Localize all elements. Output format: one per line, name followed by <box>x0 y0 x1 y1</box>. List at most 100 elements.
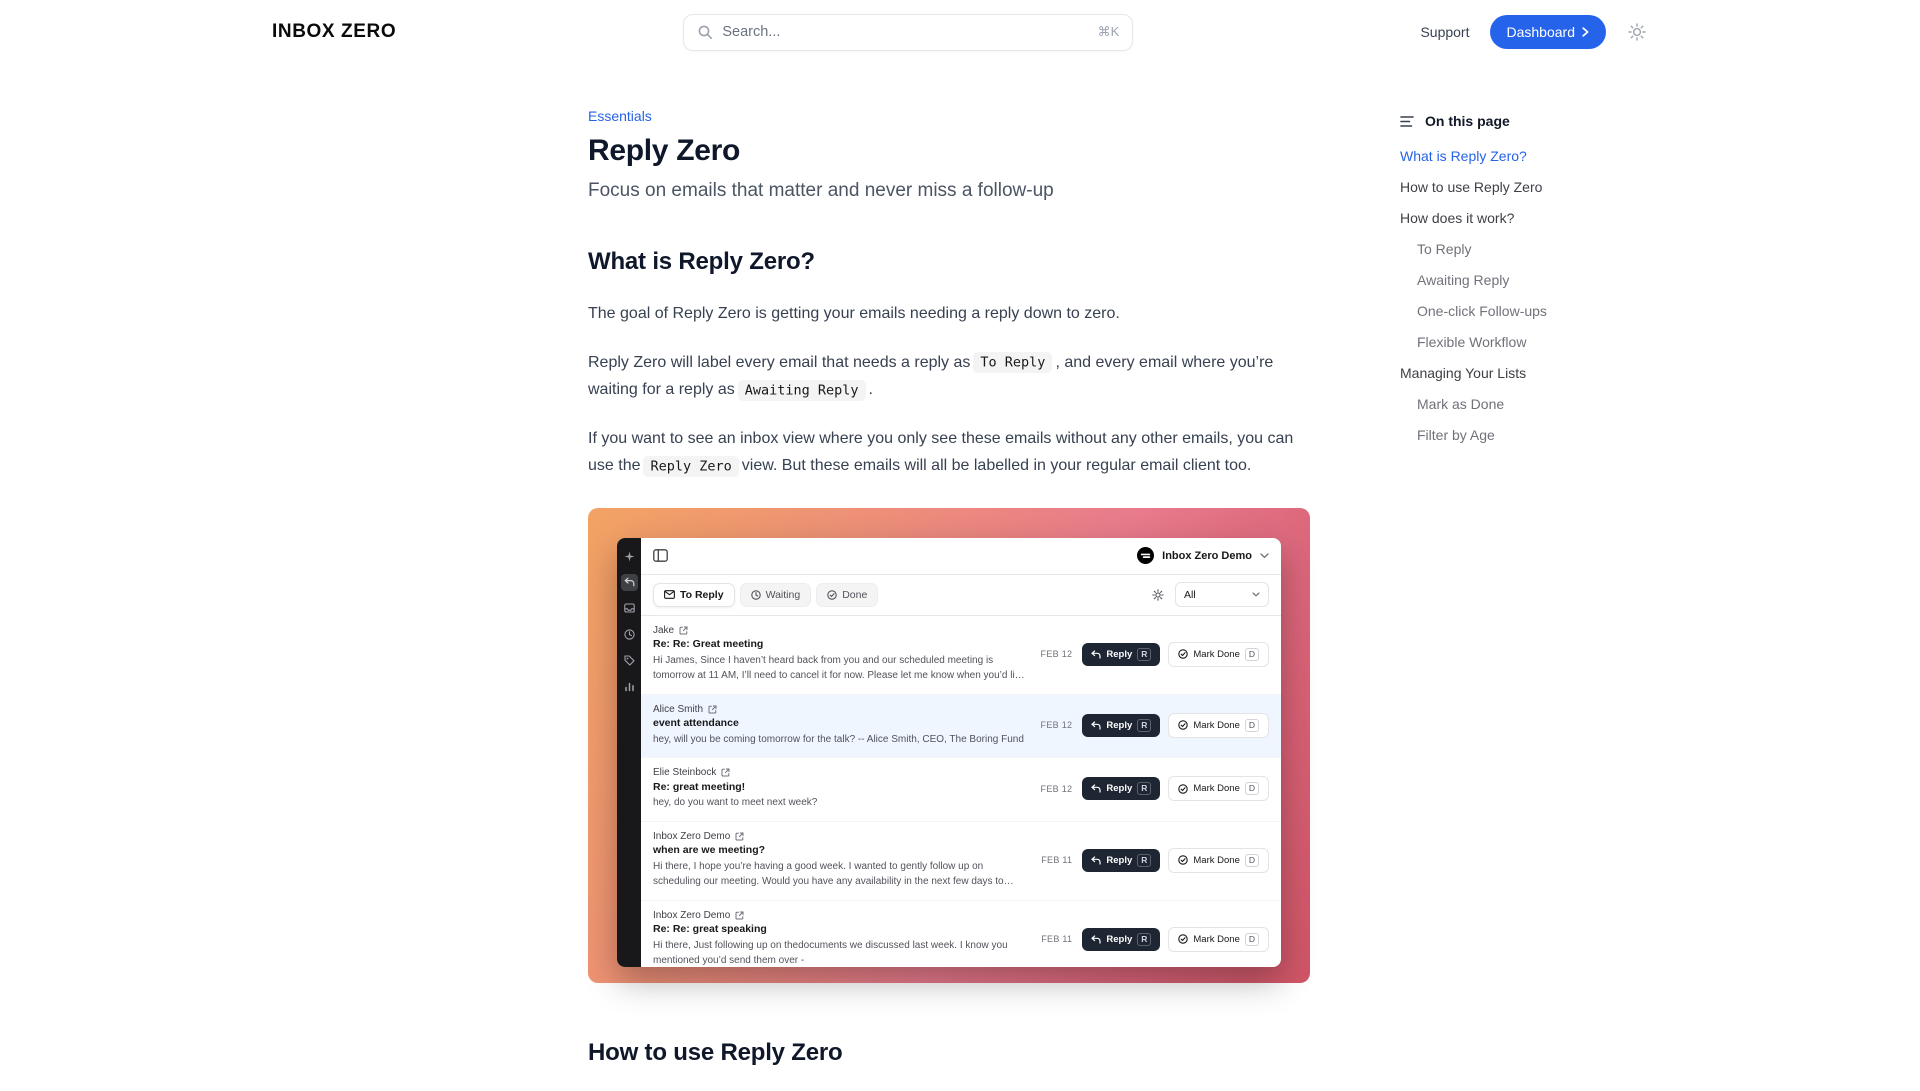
toc-item-to-reply[interactable]: To Reply <box>1400 241 1630 257</box>
email-snippet: hey, will you be coming tomorrow for the… <box>653 732 1027 748</box>
demo-tab-bar: To Reply Waiting <box>641 575 1281 616</box>
demo-email-row: Alice Smith event attendance hey, will y… <box>641 695 1281 759</box>
chevron-down-icon <box>1252 592 1260 597</box>
mark-done-button: Mark Done D <box>1168 713 1269 738</box>
dashboard-button[interactable]: Dashboard <box>1490 15 1607 49</box>
inbox-zero-logo[interactable]: INBOX ZERO <box>272 21 396 43</box>
email-content: Elie Steinbock Re: great meeting! hey, d… <box>653 767 1031 811</box>
search-placeholder: Search... <box>722 24 1088 40</box>
check-circle-icon <box>1178 855 1188 865</box>
chevron-right-icon <box>1582 27 1589 37</box>
toc-item-what-is-reply-zero[interactable]: What is Reply Zero? <box>1400 148 1630 164</box>
email-content: Alice Smith event attendance hey, will y… <box>653 704 1031 748</box>
top-navigation: INBOX ZERO Search... ⌘K Support Dashboar… <box>0 0 1920 64</box>
support-link[interactable]: Support <box>1420 24 1469 40</box>
demo-account-menu: Inbox Zero Demo <box>1137 547 1269 564</box>
page-subtitle: Focus on emails that matter and never mi… <box>588 180 1310 202</box>
reply-kbd: R <box>1137 719 1151 732</box>
table-of-contents: On this page What is Reply Zero? How to … <box>1400 108 1630 1091</box>
reply-button: ReplyR <box>1082 714 1160 737</box>
header-nav: Support Dashboard <box>1420 15 1648 49</box>
search-input[interactable]: Search... ⌘K <box>683 14 1133 51</box>
reply-arrow-icon <box>1091 784 1101 793</box>
reply-button: ReplyR <box>1082 777 1160 800</box>
page-body: Essentials Reply Zero Focus on emails th… <box>0 64 1920 1091</box>
toc-item-managing-your-lists[interactable]: Managing Your Lists <box>1400 365 1630 381</box>
toc-item-flexible-workflow[interactable]: Flexible Workflow <box>1400 334 1630 350</box>
dashboard-button-label: Dashboard <box>1507 24 1576 40</box>
demo-email-list: Jake Re: Re: Great meeting Hi James, Sin… <box>641 616 1281 967</box>
paragraph-3: If you want to see an inbox view where y… <box>588 425 1310 480</box>
email-date: FEB 11 <box>1041 855 1072 865</box>
done-kbd: D <box>1245 854 1259 867</box>
email-subject: Re: Re: great speaking <box>653 923 1027 935</box>
done-kbd: D <box>1245 933 1259 946</box>
email-date: FEB 12 <box>1041 720 1073 730</box>
toc-item-one-click-follow-ups[interactable]: One-click Follow-ups <box>1400 303 1630 319</box>
check-circle-icon <box>1178 784 1188 794</box>
paragraph-1: The goal of Reply Zero is getting your e… <box>588 300 1310 328</box>
page-title: Reply Zero <box>588 134 1310 168</box>
toc-item-how-does-it-work[interactable]: How does it work? <box>1400 210 1630 226</box>
mark-done-button: Mark Done D <box>1168 776 1269 801</box>
toc-item-awaiting-reply[interactable]: Awaiting Reply <box>1400 272 1630 288</box>
reply-button-label: Reply <box>1106 934 1132 945</box>
done-kbd: D <box>1245 719 1259 732</box>
demo-tab-bar-right: All <box>1152 582 1269 607</box>
demo-main-area: Inbox Zero Demo To R <box>641 538 1281 967</box>
email-snippet: Hi there, Just following up on thedocume… <box>653 938 1027 967</box>
reply-button: Reply R <box>1082 928 1160 951</box>
reply-button-label: Reply <box>1106 855 1132 866</box>
email-subject: Re: great meeting! <box>653 781 1027 793</box>
reply-kbd: R <box>1137 933 1151 946</box>
email-sender: Inbox Zero Demo <box>653 831 730 842</box>
bar-chart-icon <box>621 678 638 695</box>
demo-tab-label: Done <box>842 589 867 601</box>
paragraph-2-text: . <box>869 381 873 398</box>
align-left-icon <box>1400 115 1415 128</box>
reply-button-label: Reply <box>1106 649 1132 660</box>
mark-done-button-label: Mark Done <box>1193 934 1239 945</box>
external-link-icon <box>721 768 730 777</box>
paragraph-2: Reply Zero will label every email that n… <box>588 349 1310 404</box>
demo-tab-label: To Reply <box>680 589 724 601</box>
demo-filter-select: All <box>1175 582 1269 607</box>
email-subject: Re: Re: Great meeting <box>653 638 1027 650</box>
reply-arrow-icon <box>1091 721 1101 730</box>
search-shortcut: ⌘K <box>1098 24 1120 40</box>
email-actions: FEB 11 ReplyR Mark Done D <box>1041 848 1269 873</box>
done-kbd: D <box>1245 782 1259 795</box>
demo-tab-group: To Reply Waiting <box>653 583 878 607</box>
toc-item-mark-as-done[interactable]: Mark as Done <box>1400 396 1630 412</box>
mark-done-button: Mark Done D <box>1168 848 1269 873</box>
external-link-icon <box>735 832 744 841</box>
mark-done-button-label: Mark Done <box>1193 720 1239 731</box>
email-snippet: Hi James, Since I haven’t heard back fro… <box>653 653 1027 684</box>
reply-button: ReplyR <box>1082 849 1160 872</box>
clock-icon <box>751 590 761 600</box>
avatar <box>1137 547 1154 564</box>
article: Essentials Reply Zero Focus on emails th… <box>588 108 1310 1091</box>
toc-title: On this page <box>1425 113 1510 129</box>
inline-code-awaiting-reply: Awaiting Reply <box>738 380 866 401</box>
toc-item-how-to-use-reply-zero[interactable]: How to use Reply Zero <box>1400 179 1630 195</box>
email-sender: Elie Steinbock <box>653 767 716 778</box>
email-actions: FEB 11 ReplyR Mark DoneD <box>1041 927 1269 952</box>
check-circle-icon <box>1178 720 1188 730</box>
envelope-icon <box>664 590 675 599</box>
demo-email-row: Inbox Zero Demo when are we meeting? Hi … <box>641 822 1281 901</box>
email-content: Inbox Zero Demo when are we meeting? Hi … <box>653 831 1031 890</box>
demo-app-window: Inbox Zero Demo To R <box>617 538 1281 967</box>
clock-icon <box>621 626 638 643</box>
breadcrumb[interactable]: Essentials <box>588 108 1310 124</box>
demo-email-row: Elie Steinbock Re: great meeting! hey, d… <box>641 758 1281 822</box>
toc-item-filter-by-age[interactable]: Filter by Age <box>1400 427 1630 443</box>
toc-list: What is Reply Zero? How to use Reply Zer… <box>1400 148 1630 443</box>
demo-filter-value: All <box>1184 589 1196 601</box>
email-sender: Inbox Zero Demo <box>653 910 730 921</box>
gear-icon <box>1152 589 1164 601</box>
section-heading-what-is-reply-zero: What is Reply Zero? <box>588 248 1310 276</box>
theme-toggle-button[interactable] <box>1626 21 1648 43</box>
mark-done-button-label: Mark Done <box>1193 855 1239 866</box>
mark-done-button-label: Mark Done <box>1193 783 1239 794</box>
